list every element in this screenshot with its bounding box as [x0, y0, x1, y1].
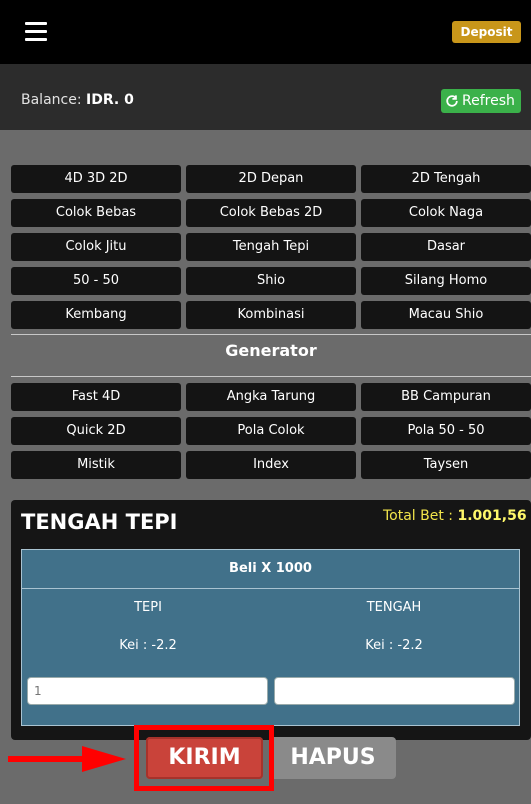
- col-tengah-kei: Kei : -2.2: [365, 638, 423, 653]
- total-bet-label: Total Bet :: [383, 508, 458, 524]
- gen-mistik[interactable]: Mistik: [11, 451, 181, 479]
- gen-quick-2d[interactable]: Quick 2D: [11, 417, 181, 445]
- bet-form-header: Beli X 1000: [22, 550, 519, 589]
- highlight-box: [134, 725, 274, 791]
- game-macau-shio[interactable]: Macau Shio: [361, 301, 531, 329]
- gen-angka-tarung[interactable]: Angka Tarung: [186, 383, 356, 411]
- game-shio[interactable]: Shio: [186, 267, 356, 295]
- game-4d3d2d[interactable]: 4D 3D 2D: [11, 165, 181, 193]
- game-2d-depan[interactable]: 2D Depan: [186, 165, 356, 193]
- tengah-input[interactable]: [274, 677, 515, 705]
- menu-icon[interactable]: [25, 22, 47, 42]
- game-colok-bebas[interactable]: Colok Bebas: [11, 199, 181, 227]
- gen-pola-50-50[interactable]: Pola 50 - 50: [361, 417, 531, 445]
- gen-taysen[interactable]: Taysen: [361, 451, 531, 479]
- game-kembang[interactable]: Kembang: [11, 301, 181, 329]
- game-colok-jitu[interactable]: Colok Jitu: [11, 233, 181, 261]
- generator-title: Generator: [225, 341, 317, 360]
- gen-fast-4d[interactable]: Fast 4D: [11, 383, 181, 411]
- total-bet: Total Bet : 1.001,56: [383, 508, 527, 524]
- refresh-label: Refresh: [462, 93, 515, 109]
- gen-index[interactable]: Index: [186, 451, 356, 479]
- refresh-button[interactable]: Refresh: [441, 89, 521, 113]
- gen-bb-campuran[interactable]: BB Campuran: [361, 383, 531, 411]
- balance-display: Balance: IDR. 0: [21, 92, 134, 108]
- balance-value: IDR. 0: [86, 92, 134, 108]
- gen-pola-colok[interactable]: Pola Colok: [186, 417, 356, 445]
- divider: [11, 376, 531, 377]
- game-dasar[interactable]: Dasar: [361, 233, 531, 261]
- col-tengah-label: TENGAH: [366, 600, 422, 615]
- game-50-50[interactable]: 50 - 50: [11, 267, 181, 295]
- arrow-icon: [8, 746, 126, 772]
- col-tepi-label: TEPI: [134, 600, 162, 615]
- game-kombinasi[interactable]: Kombinasi: [186, 301, 356, 329]
- game-tengah-tepi[interactable]: Tengah Tepi: [186, 233, 356, 261]
- game-colok-bebas-2d[interactable]: Colok Bebas 2D: [186, 199, 356, 227]
- tepi-input[interactable]: [27, 677, 268, 705]
- col-tepi-kei: Kei : -2.2: [119, 638, 177, 653]
- game-2d-tengah[interactable]: 2D Tengah: [361, 165, 531, 193]
- hapus-button[interactable]: HAPUS: [270, 737, 396, 779]
- refresh-icon: [446, 95, 458, 107]
- deposit-button[interactable]: Deposit: [452, 21, 521, 43]
- divider: [11, 334, 531, 335]
- balance-label: Balance:: [21, 92, 82, 108]
- bet-panel-title: TENGAH TEPI: [21, 510, 178, 534]
- game-colok-naga[interactable]: Colok Naga: [361, 199, 531, 227]
- total-bet-value: 1.001,56: [457, 508, 527, 524]
- game-silang-homo[interactable]: Silang Homo: [361, 267, 531, 295]
